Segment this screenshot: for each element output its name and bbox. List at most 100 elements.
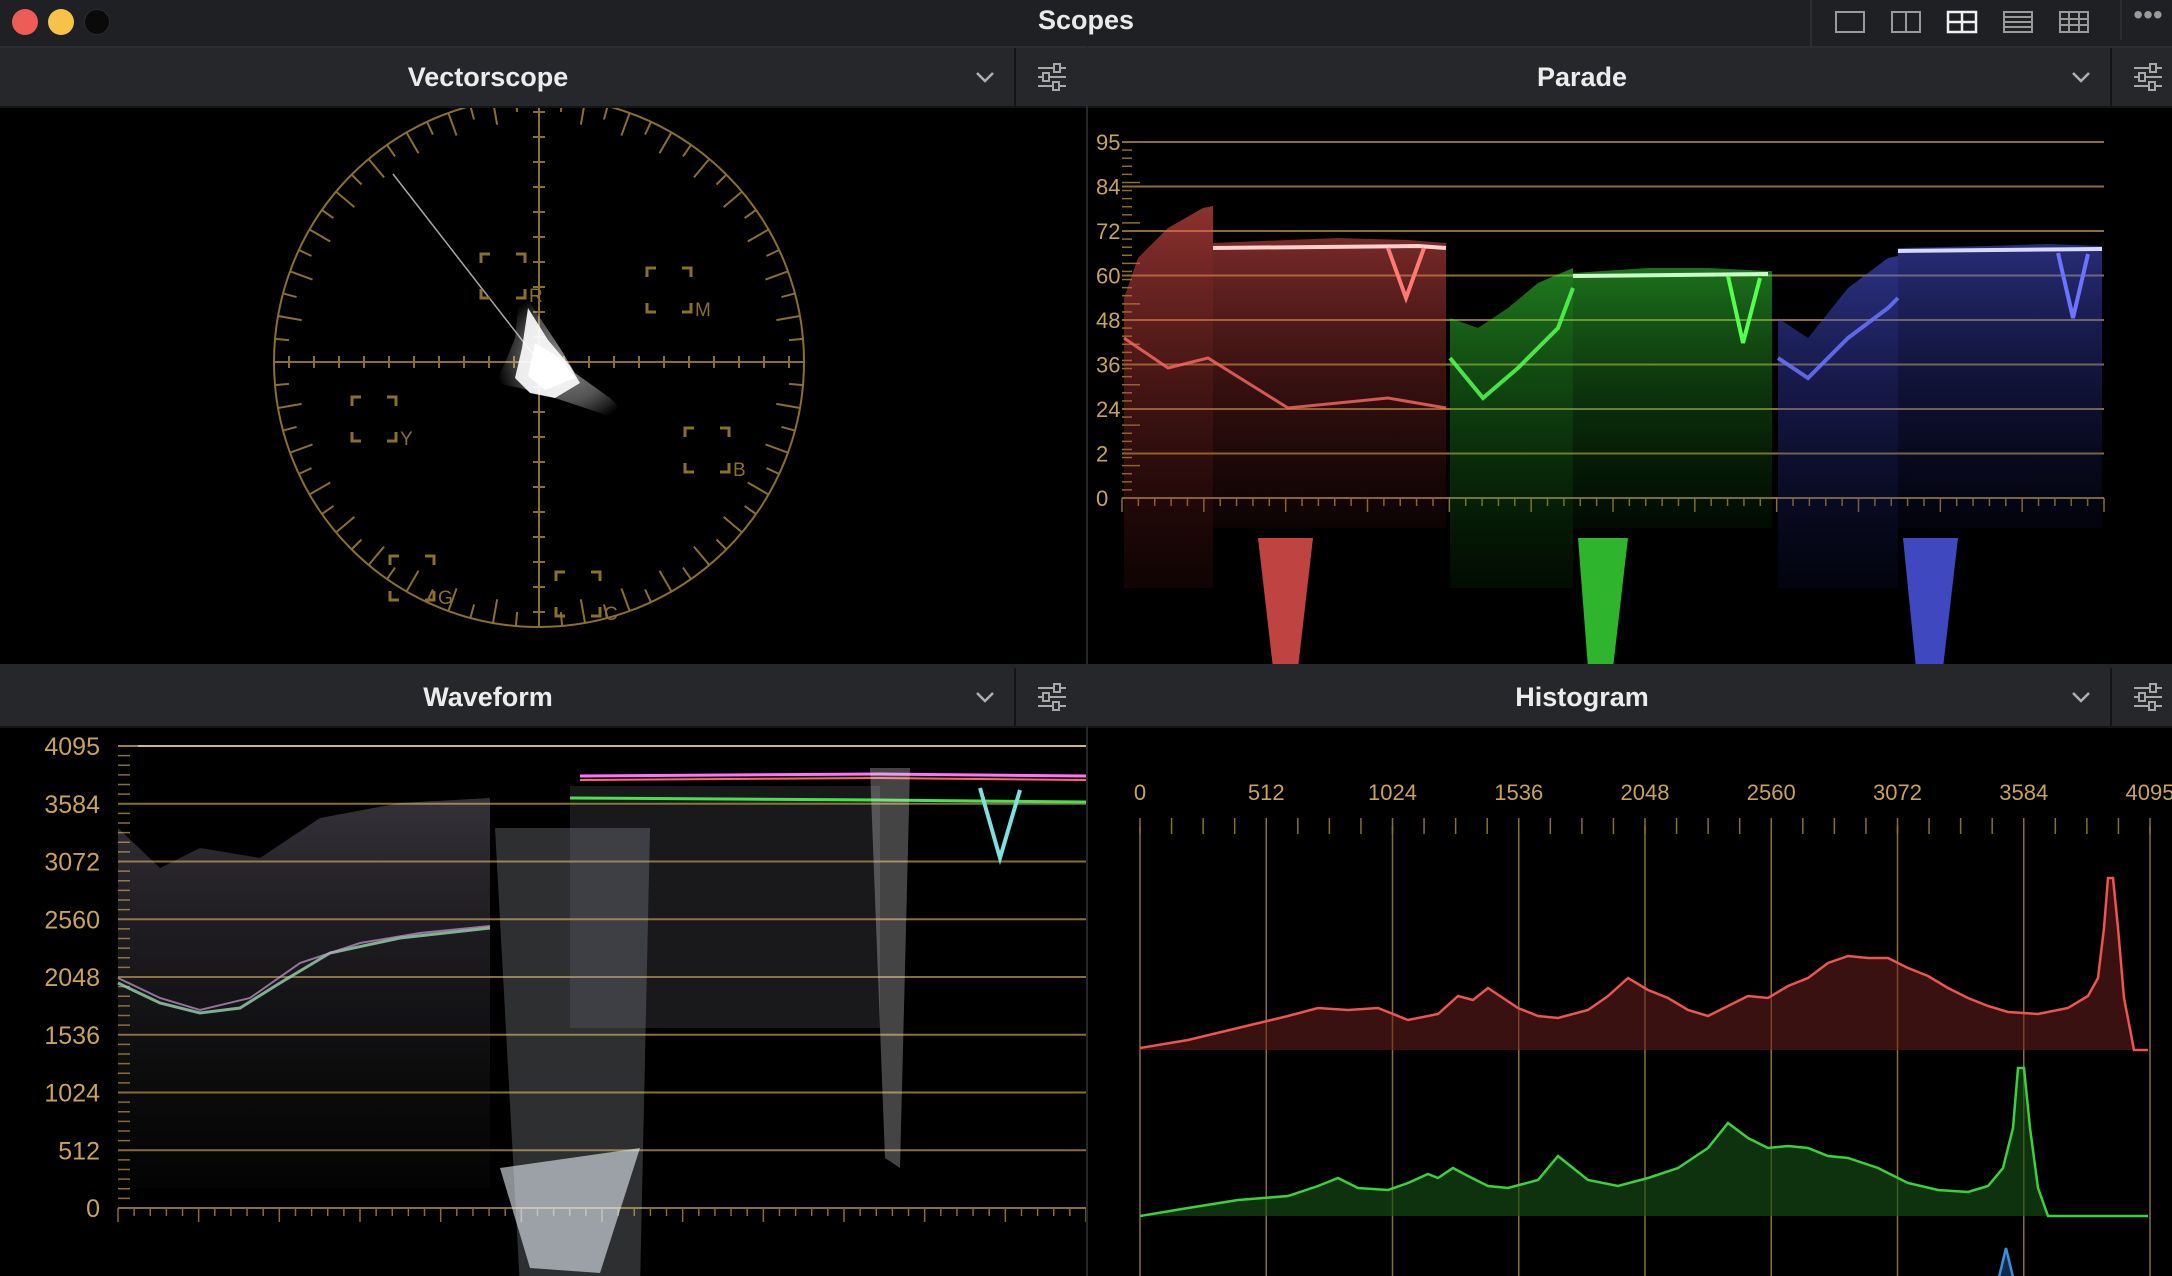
vectorscope-tick — [765, 270, 789, 281]
layout-toggle-group — [1810, 0, 2172, 46]
vectorscope-tick — [386, 567, 396, 580]
vectorscope-tick — [282, 425, 297, 432]
vectorscope-tick — [405, 132, 420, 154]
vectorscope-tick — [579, 599, 587, 624]
waveform-title: Waveform — [423, 682, 553, 712]
vectorscope-target-label: C — [604, 604, 618, 625]
histogram-x-label: 1536 — [1494, 780, 1543, 805]
vertical-divider — [1086, 46, 1088, 1276]
parade-title: Parade — [1536, 62, 1628, 92]
parade-plot: 0 2 24 36 48 60 72 84 95 — [1096, 130, 2105, 664]
vectorscope-tick — [386, 144, 396, 157]
histogram-plot: 0 512 1024 1536 2048 2560 3072 3584 4095 — [1134, 780, 2172, 1276]
vectorscope-tick — [693, 158, 711, 179]
vectorscope-tick — [309, 481, 331, 496]
parade-y-label: 60 — [1096, 264, 1120, 289]
vectorscope-target-box — [350, 395, 398, 443]
sliders-icon — [2134, 683, 2162, 711]
single-view-icon[interactable] — [1830, 6, 1870, 38]
vectorscope-tick — [350, 538, 363, 551]
parade-y-label: 24 — [1096, 397, 1120, 422]
vectorscope-tick — [289, 270, 313, 281]
vectorscope-target-label: G — [438, 588, 453, 609]
chevron-down-icon[interactable] — [972, 684, 998, 710]
parade-panel: Parade 0 2 24 36 48 60 72 84 95 — [1088, 48, 2172, 664]
vectorscope-tick — [766, 249, 780, 257]
vectorscope-tick — [309, 228, 331, 243]
horizontal-divider — [0, 664, 2172, 668]
histogram-x-label: 3584 — [1999, 780, 2048, 805]
waveform-settings-button[interactable] — [1014, 668, 1086, 726]
histogram-x-label: 512 — [1248, 780, 1285, 805]
histogram-panel: Histogram 0 512 1024 1536 2048 2560 3072 3584 40… — [1088, 668, 2172, 1276]
parade-y-label: 48 — [1096, 308, 1120, 333]
vectorscope-graticule: R M Y B G C — [273, 108, 805, 628]
stacked-view-icon[interactable] — [1998, 6, 2038, 38]
vectorscope-tick — [781, 292, 796, 299]
quad-view-icon[interactable] — [1942, 6, 1982, 38]
vectorscope-title: Vectorscope — [407, 62, 569, 92]
vectorscope-tick — [514, 611, 519, 627]
waveform-y-label: 3072 — [44, 849, 100, 877]
vectorscope-target-label: M — [695, 300, 711, 321]
vectorscope-header: Vectorscope — [0, 48, 1086, 108]
vectorscope-trace — [495, 288, 640, 428]
waveform-y-label: 512 — [58, 1137, 100, 1165]
vectorscope-tick — [766, 467, 780, 475]
vectorscope-tick — [744, 209, 757, 219]
histogram-header: Histogram — [1088, 668, 2172, 728]
histogram-green-channel — [1139, 1066, 2148, 1218]
grid-view-icon[interactable] — [2054, 6, 2094, 38]
parade-y-label: 36 — [1096, 353, 1120, 378]
vectorscope-tick — [788, 382, 804, 387]
waveform-header: Waveform — [0, 668, 1086, 728]
title-bar: Scopes ••• — [0, 0, 2172, 48]
histogram-x-label: 2048 — [1621, 780, 1670, 805]
vectorscope-tick — [298, 467, 312, 475]
vectorscope-tick — [559, 611, 564, 627]
vectorscope-tick — [559, 108, 563, 113]
waveform-y-label: 3584 — [44, 791, 100, 819]
vectorscope-target-label: B — [733, 460, 746, 481]
vectorscope-tick — [289, 443, 313, 454]
chevron-down-icon[interactable] — [972, 64, 998, 90]
vectorscope-tick — [405, 570, 420, 592]
chevron-down-icon[interactable] — [2068, 684, 2094, 710]
parade-y-label: 2 — [1096, 442, 1108, 467]
histogram-x-label: 3072 — [1873, 780, 1922, 805]
vectorscope-tick — [747, 228, 769, 243]
waveform-y-label: 2048 — [44, 964, 100, 992]
waveform-y-label: 1024 — [44, 1080, 100, 1108]
vectorscope-tick — [426, 121, 434, 135]
parade-settings-button[interactable] — [2110, 48, 2172, 106]
vectorscope-tick — [298, 249, 312, 257]
vectorscope-tick — [321, 505, 334, 515]
vectorscope-targets: R M Y B G C — [350, 252, 746, 625]
two-up-view-icon[interactable] — [1886, 6, 1926, 38]
histogram-x-label: 0 — [1134, 780, 1146, 805]
waveform-y-label: 0 — [86, 1195, 100, 1223]
parade-y-label: 0 — [1096, 486, 1108, 511]
histogram-title: Histogram — [1515, 682, 1649, 712]
chevron-down-icon[interactable] — [2068, 64, 2094, 90]
waveform-panel: Waveform 0 512 1024 1536 2048 2560 3072 3584 409… — [0, 668, 1086, 1276]
vectorscope-tick — [693, 545, 711, 566]
sliders-icon — [2134, 63, 2162, 91]
vectorscope-tick — [644, 589, 652, 603]
histogram-x-labels: 0 512 1024 1536 2048 2560 3072 3584 4095 — [1134, 780, 2172, 805]
sliders-icon — [1038, 683, 1066, 711]
waveform-trace — [117, 768, 1086, 1276]
vectorscope-tick — [350, 173, 363, 186]
vectorscope-tick — [781, 425, 796, 432]
more-options-icon[interactable]: ••• — [2120, 0, 2172, 40]
histogram-settings-button[interactable] — [2110, 668, 2172, 726]
parade-y-label: 84 — [1096, 175, 1120, 200]
waveform-plot: 0 512 1024 1536 2048 2560 3072 3584 4095 — [44, 733, 1086, 1276]
vectorscope-settings-button[interactable] — [1014, 48, 1086, 106]
parade-red-channel — [1123, 206, 1447, 664]
vectorscope-tick — [367, 158, 385, 179]
vectorscope-target-box — [388, 554, 436, 602]
vectorscope-target-box — [683, 426, 731, 474]
vectorscope-tick — [788, 337, 804, 342]
vectorscope-tick — [282, 292, 297, 299]
